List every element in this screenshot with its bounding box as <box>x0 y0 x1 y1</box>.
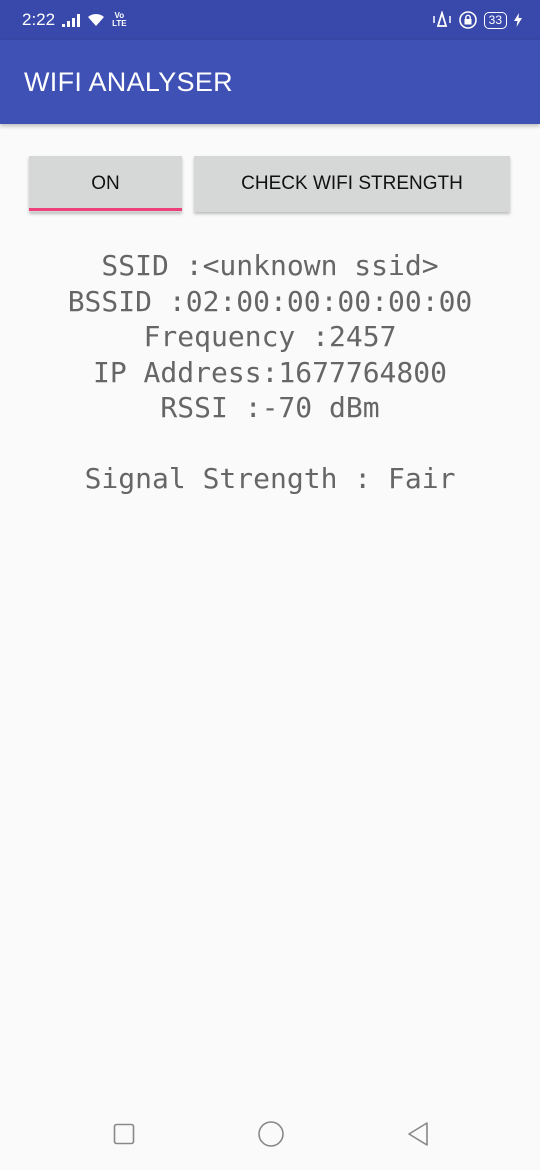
status-left: 2:22 Vo LTE <box>22 10 127 30</box>
bssid-text: BSSID :02:00:00:00:00:00 <box>67 284 473 318</box>
alarm-icon <box>432 11 451 27</box>
wifi-info: SSID :<unknown ssid> BSSID :02:00:00:00:… <box>0 248 540 496</box>
volte-indicator: Vo LTE <box>112 11 127 28</box>
home-icon[interactable] <box>257 1120 285 1148</box>
status-bar: 2:22 Vo LTE 33 <box>0 0 540 40</box>
navigation-bar <box>0 1098 540 1170</box>
app-bar: WIFI ANALYSER <box>0 40 540 124</box>
app-title: WIFI ANALYSER <box>24 66 233 97</box>
recents-icon[interactable] <box>112 1122 136 1146</box>
check-button-label: CHECK WIFI STRENGTH <box>241 173 463 194</box>
signal-strength-text: Signal Strength : Fair <box>84 461 456 495</box>
rssi-text: RSSI :-70 dBm <box>160 391 380 424</box>
battery-icon: 33 <box>483 11 507 29</box>
charging-icon <box>514 13 522 27</box>
frequency-text: Frequency :2457 <box>143 320 397 353</box>
status-right: 33 <box>432 11 522 29</box>
lock-icon <box>458 11 477 29</box>
on-button-label: ON <box>91 173 120 194</box>
wifi-icon <box>88 13 105 26</box>
ssid-text: SSID :<unknown ssid> <box>101 249 439 282</box>
back-icon[interactable] <box>406 1121 430 1147</box>
signal-icon <box>62 13 81 27</box>
check-wifi-strength-button[interactable]: CHECK WIFI STRENGTH <box>194 156 510 212</box>
on-button[interactable]: ON <box>29 156 182 212</box>
status-time: 2:22 <box>22 10 56 29</box>
ip-address-text: IP Address:1677764800 <box>92 355 447 389</box>
on-indicator <box>29 208 182 211</box>
